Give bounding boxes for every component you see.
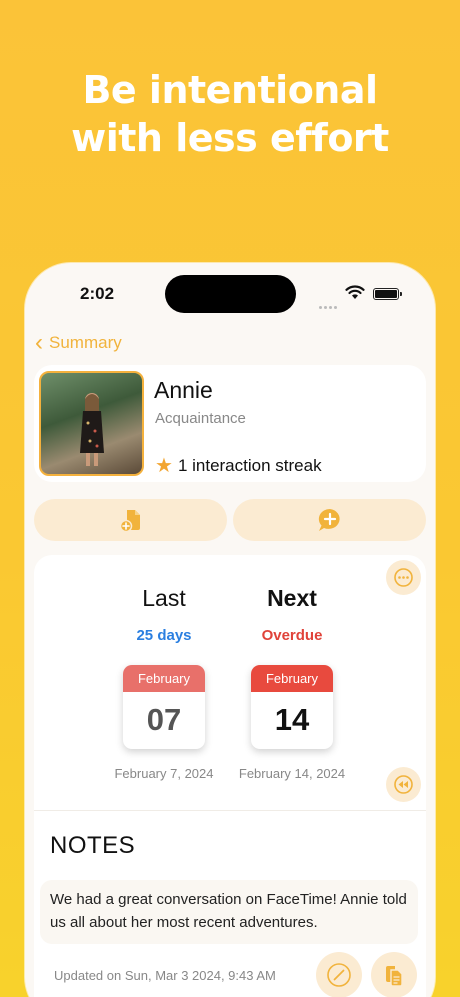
marketing-headline: Be intentional with less effort xyxy=(0,66,460,162)
next-calendar-tile[interactable]: February 14 xyxy=(251,665,333,749)
phone-frame: 2:02 ‹ Summary Annie Acquaintance ★ 1 in… xyxy=(25,263,435,997)
wifi-icon xyxy=(345,285,365,299)
streak-text: 1 interaction streak xyxy=(177,455,322,475)
more-horizontal-icon xyxy=(394,568,413,587)
last-calendar-month: February xyxy=(123,665,205,692)
avatar xyxy=(39,371,144,476)
chevron-left-icon: ‹ xyxy=(35,329,43,356)
next-status: Overdue xyxy=(261,627,323,644)
headline-line-1: Be intentional xyxy=(82,68,378,112)
last-date: February 7, 2024 xyxy=(114,766,214,781)
add-note-button[interactable] xyxy=(34,499,227,541)
back-button[interactable]: ‹ Summary xyxy=(35,329,122,357)
more-options-button[interactable] xyxy=(386,560,421,595)
edit-pencil-icon xyxy=(327,963,351,987)
last-calendar-day: 07 xyxy=(146,702,182,737)
status-time: 2:02 xyxy=(80,284,115,303)
next-date: February 14, 2024 xyxy=(238,766,346,781)
edit-note-button[interactable] xyxy=(316,952,362,997)
last-title: Last xyxy=(142,585,186,611)
battery-icon xyxy=(373,288,402,300)
status-bar: 2:02 xyxy=(25,263,435,323)
note-text: We had a great conversation on FaceTime!… xyxy=(40,880,418,944)
dynamic-island xyxy=(165,275,296,313)
note-updated-timestamp: Updated on Sun, Mar 3 2024, 9:43 AM xyxy=(54,968,276,983)
notes-heading: NOTES xyxy=(50,832,136,859)
back-label: Summary xyxy=(49,333,122,352)
streak-label: ★ 1 interaction streak xyxy=(155,453,322,478)
divider xyxy=(34,810,426,811)
add-message-icon xyxy=(318,508,340,531)
last-status: 25 days xyxy=(136,627,192,644)
contact-name: Annie xyxy=(154,377,213,403)
contact-relation: Acquaintance xyxy=(155,410,246,427)
interaction-card: Last 25 days February 07 February 7, 202… xyxy=(34,555,426,997)
rewind-icon xyxy=(394,775,413,794)
last-calendar-tile[interactable]: February 07 xyxy=(123,665,205,749)
next-title: Next xyxy=(267,585,317,611)
rewind-button[interactable] xyxy=(386,767,421,802)
star-icon: ★ xyxy=(155,455,173,477)
add-interaction-button[interactable] xyxy=(233,499,426,541)
headline-line-2: with less effort xyxy=(71,116,389,160)
next-calendar-month: February xyxy=(251,665,333,692)
copy-document-icon xyxy=(386,966,403,987)
cellular-signal-icon xyxy=(319,296,339,314)
copy-note-button[interactable] xyxy=(371,952,417,997)
next-calendar-day: 14 xyxy=(274,702,310,737)
add-document-icon xyxy=(119,510,140,533)
profile-card[interactable]: Annie Acquaintance ★ 1 interaction strea… xyxy=(34,365,426,482)
